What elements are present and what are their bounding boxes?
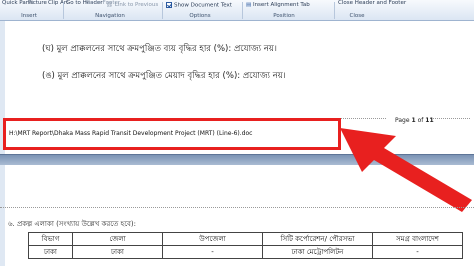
table-cell: ঢাকা [72,245,163,259]
page-number[interactable]: Page 1 of 11 [395,117,434,124]
link-to-previous-label: Link to Previous [114,2,159,8]
quick-parts-button[interactable]: Quick Parts [2,0,33,6]
page-of: of [417,117,424,124]
link-icon: ⛓ [106,2,113,8]
table-header-cell: বিভাগ [28,232,73,246]
picture-button[interactable]: Picture [28,0,47,6]
link-to-previous-button[interactable]: ⛓ Link to Previous [106,2,158,8]
group-navigation-label: Navigation [95,13,125,19]
show-document-text-checkbox[interactable]: Show Document Text [166,2,232,9]
clip-art-button[interactable]: Clip Art [48,0,68,6]
group-insert-label: Insert [21,13,37,19]
section-heading: ৬. প্রকল্প এলাকা (সংখ্যায় উল্লেখ করতে হ… [8,220,137,228]
ribbon-separator [334,2,335,19]
ribbon-separator [162,2,163,19]
page-total: 11 [425,117,434,124]
table-header-row: বিভাগ জেলা উপজেলা সিটি কর্পোরেশন/ পৌরসভা… [28,232,463,246]
show-document-text-label: Show Document Text [174,2,232,9]
close-header-footer-button[interactable]: Close Header and Footer [338,0,406,6]
table-cell: - [372,245,463,259]
page-current: 1 [411,117,416,124]
body-text-line: (ঙ) মুল প্রাক্কলনের সাথে ক্রমপুঞ্জিত মেয… [42,71,286,81]
project-area-table: বিভাগ জেলা উপজেলা সিটি কর্পোরেশন/ পৌরসভা… [28,232,463,259]
group-close-label: Close [349,13,365,19]
page-prefix: Page [395,117,410,124]
table-header-cell: উপজেলা [162,232,263,246]
table-cell: - [162,245,263,259]
table-header-cell: সমগ্র বাংলাদেশ [372,232,463,246]
checkbox-checked-icon [166,2,172,8]
insert-alignment-tab-label: Insert Alignment Tab [252,2,310,8]
ribbon-toolbar: Quick Parts Picture Clip Art Go to Heade… [0,0,474,21]
ribbon-separator [242,2,243,19]
go-to-header-button[interactable]: Go to Header [66,0,103,6]
table-cell: ঢাকা মেট্রোপলিটন [262,245,373,259]
insert-alignment-tab-button[interactable]: ▤ Insert Alignment Tab [246,2,310,8]
highlight-box [3,118,341,150]
group-position-label: Position [273,13,295,19]
footer-boundary [430,118,470,119]
table-header-cell: জেলা [72,232,163,246]
body-text-line: (ঘ) মুল প্রাক্কলনের সাথে ক্রমপুঞ্জিত ব্য… [42,44,277,54]
ribbon-separator [63,2,64,19]
header-boundary [0,207,474,208]
red-arrow-icon [340,128,472,212]
group-options-label: Options [189,13,211,19]
go-to-footer-button[interactable]: Go to Footer [86,0,120,6]
table-cell: ঢাকা [28,245,73,259]
alignment-tab-icon: ▤ [246,2,252,8]
table-header-cell: সিটি কর্পোরেশন/ পৌরসভা [262,232,373,246]
table-row: ঢাকা ঢাকা - ঢাকা মেট্রোপলিটন - [28,245,463,259]
